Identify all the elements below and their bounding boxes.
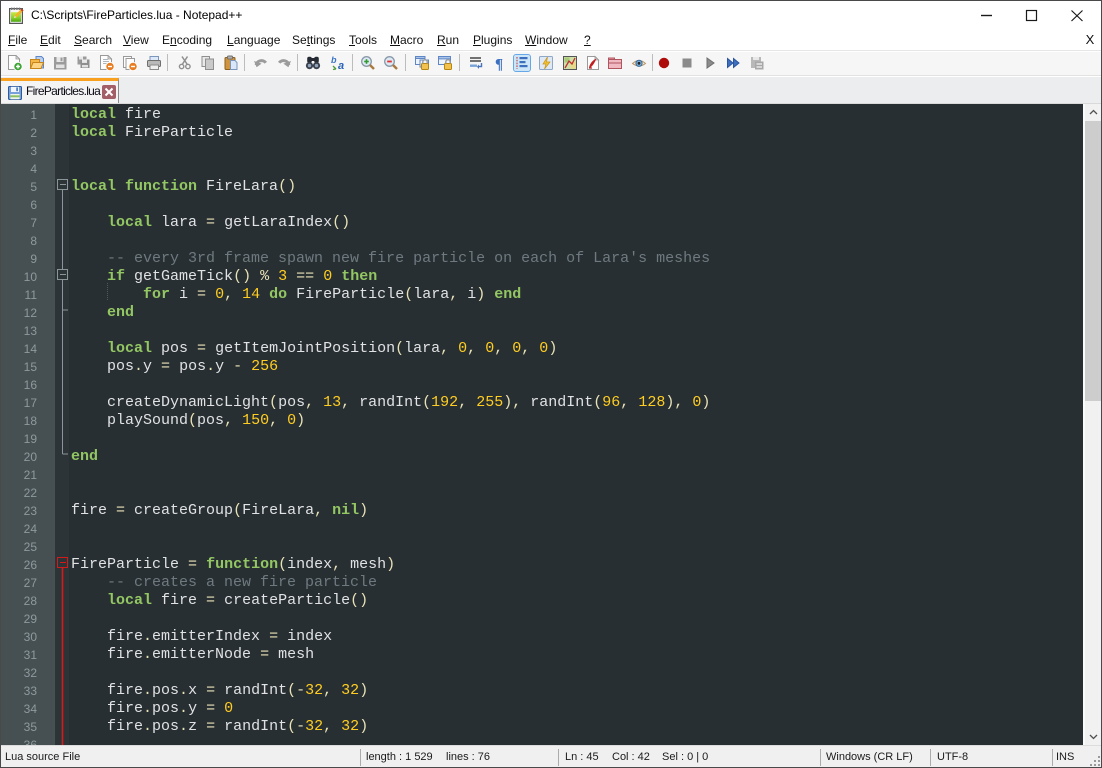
svg-text:¶: ¶ [495, 57, 503, 72]
svg-text:a: a [338, 60, 344, 71]
svg-text:b: b [331, 55, 337, 65]
